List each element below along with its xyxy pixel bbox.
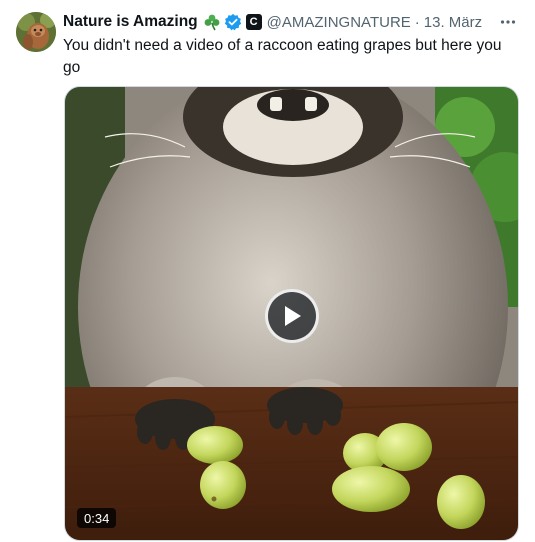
author-handle[interactable]: @AMAZINGNATURE	[267, 14, 411, 31]
tweet[interactable]: Nature is Amazing C @AMAZINGNATURE · 13.…	[0, 0, 535, 542]
video-duration: 0:34	[77, 508, 117, 528]
tweet-header: Nature is Amazing C @AMAZINGNATURE · 13.…	[63, 11, 523, 33]
left-rail	[0, 0, 63, 542]
video-player[interactable]: 0:34	[64, 86, 519, 541]
tweet-body: Nature is Amazing C @AMAZINGNATURE · 13.…	[63, 0, 535, 542]
tweet-text: You didn't need a video of a raccoon eat…	[63, 37, 502, 76]
play-icon	[285, 306, 301, 326]
author-display-name[interactable]: Nature is Amazing	[63, 13, 198, 31]
tweet-date[interactable]: 13. März	[424, 14, 482, 31]
separator-dot: ·	[414, 13, 420, 31]
avatar[interactable]	[16, 12, 56, 52]
shamrock-icon	[203, 13, 221, 31]
verified-badge-icon[interactable]	[224, 13, 242, 31]
avatar-image	[16, 12, 56, 52]
play-button[interactable]	[265, 289, 319, 343]
more-horizontal-icon[interactable]	[497, 11, 519, 33]
affiliate-badge-icon[interactable]: C	[245, 14, 262, 30]
